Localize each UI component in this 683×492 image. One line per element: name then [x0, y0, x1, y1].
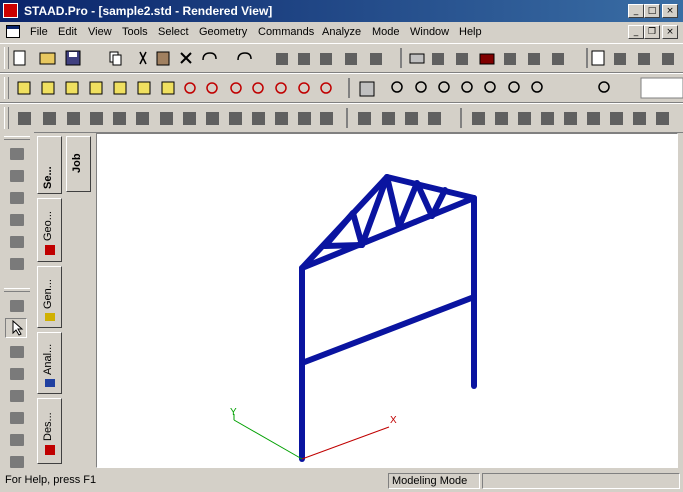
views-toolbar-icons — [17, 77, 683, 99]
toolbar-grip[interactable] — [4, 136, 30, 140]
doc-restore-button[interactable]: ❐ — [644, 25, 660, 39]
cursor-icon — [12, 319, 24, 336]
tab-geometry[interactable]: Geo... — [37, 198, 62, 262]
tab-general[interactable]: Gen... — [37, 266, 62, 328]
menu-mode[interactable]: Mode — [372, 26, 400, 38]
menu-geometry[interactable]: Geometry — [199, 26, 247, 38]
close-button[interactable]: × — [662, 4, 678, 18]
menu-file[interactable]: File — [30, 26, 48, 38]
paste-icon — [156, 51, 170, 66]
design-tab-icon — [45, 445, 55, 455]
standard-toolbar-icons — [13, 48, 674, 68]
tab-design[interactable]: Des... — [37, 398, 62, 464]
toolbar-views — [0, 73, 683, 103]
frame-structure — [299, 174, 477, 462]
structure-canvas: X Y — [230, 174, 477, 462]
tab-setup[interactable]: Se... — [37, 136, 62, 194]
page-control-tabs: Se... Geo... Gen... Anal... Des... — [37, 132, 64, 470]
rendered-view[interactable]: X Y — [96, 133, 678, 468]
zoom-icons — [391, 81, 610, 93]
beam-icon[interactable] — [10, 192, 24, 204]
menu-analyze[interactable]: Analyze — [322, 26, 361, 38]
beams-cursor-button[interactable] — [5, 318, 27, 338]
cut-icon — [139, 51, 147, 65]
general-tab-icon — [45, 313, 55, 321]
status-help-text: For Help, press F1 — [5, 474, 97, 486]
surfaces-cursor-icon[interactable] — [10, 390, 24, 402]
solid-icon[interactable] — [10, 236, 24, 248]
physical-members-cursor-icon[interactable] — [10, 434, 24, 446]
menu-tools[interactable]: Tools — [122, 26, 148, 38]
left-toolbar — [0, 132, 34, 470]
tab-analysis-label: Anal... — [42, 343, 54, 375]
copy-icon — [109, 51, 122, 66]
x-axis-label: X — [390, 415, 397, 426]
surface-icon[interactable] — [10, 258, 24, 270]
toolbar-structure — [0, 103, 683, 133]
toolbar-grip[interactable] — [4, 288, 30, 292]
node-icon[interactable] — [10, 170, 24, 182]
status-empty-pane — [482, 473, 680, 489]
tab-design-label: Des... — [42, 412, 54, 441]
menu-help[interactable]: Help — [459, 26, 482, 38]
document-icon[interactable] — [6, 25, 20, 38]
geometry-cursor-icon[interactable] — [10, 412, 24, 424]
tab-geometry-label: Geo... — [42, 211, 54, 241]
tab-general-label: Gen... — [42, 279, 54, 309]
undo-icon — [202, 52, 217, 61]
doc-minimize-button[interactable]: _ — [628, 25, 644, 39]
title-bar: STAAD.Pro - [sample2.std - Rendered View… — [0, 0, 683, 22]
tab-setup-label: Se... — [42, 166, 54, 189]
analysis-tab-icon — [45, 379, 55, 387]
save-icon — [65, 50, 81, 66]
help-icon — [591, 50, 605, 66]
geometry-tab-icon — [45, 245, 55, 255]
tab-job-label: Job — [71, 153, 83, 173]
nodes-cursor-icon[interactable] — [10, 300, 24, 312]
menu-bar: File Edit View Tools Select Geometry Com… — [0, 22, 683, 42]
delete-icon — [180, 52, 192, 64]
redo-icon — [237, 52, 252, 61]
menu-commands[interactable]: Commands — [258, 26, 314, 38]
menu-select[interactable]: Select — [158, 26, 189, 38]
new-file-icon — [13, 50, 26, 66]
status-bar: For Help, press F1 Modeling Mode — [0, 471, 683, 492]
app-icon[interactable] — [3, 3, 18, 18]
camera-icon — [479, 53, 495, 65]
plates-cursor-icon[interactable] — [10, 346, 24, 358]
plate-icon[interactable] — [10, 214, 24, 226]
window-title: STAAD.Pro - [sample2.std - Rendered View… — [24, 4, 273, 18]
solids-cursor-icon[interactable] — [10, 368, 24, 380]
toolbar-standard — [0, 43, 683, 73]
tab-job[interactable]: Job — [66, 136, 91, 192]
job-tab-column: Job — [66, 132, 93, 192]
maximize-button[interactable]: □ — [644, 4, 660, 18]
print-icon — [409, 53, 425, 64]
y-axis-label: Y — [230, 407, 237, 418]
global-axes — [233, 414, 390, 460]
minimize-button[interactable]: _ — [628, 4, 644, 18]
menu-view[interactable]: View — [88, 26, 112, 38]
structure-toolbar-icons — [18, 108, 669, 128]
loads-cursor-icon[interactable] — [10, 456, 24, 468]
open-folder-icon — [39, 52, 56, 65]
doc-close-button[interactable]: × — [662, 25, 678, 39]
menu-window[interactable]: Window — [410, 26, 449, 38]
menu-edit[interactable]: Edit — [58, 26, 77, 38]
snap-grid-icon[interactable] — [10, 148, 24, 160]
tab-analysis[interactable]: Anal... — [37, 332, 62, 394]
status-mode: Modeling Mode — [388, 473, 480, 489]
